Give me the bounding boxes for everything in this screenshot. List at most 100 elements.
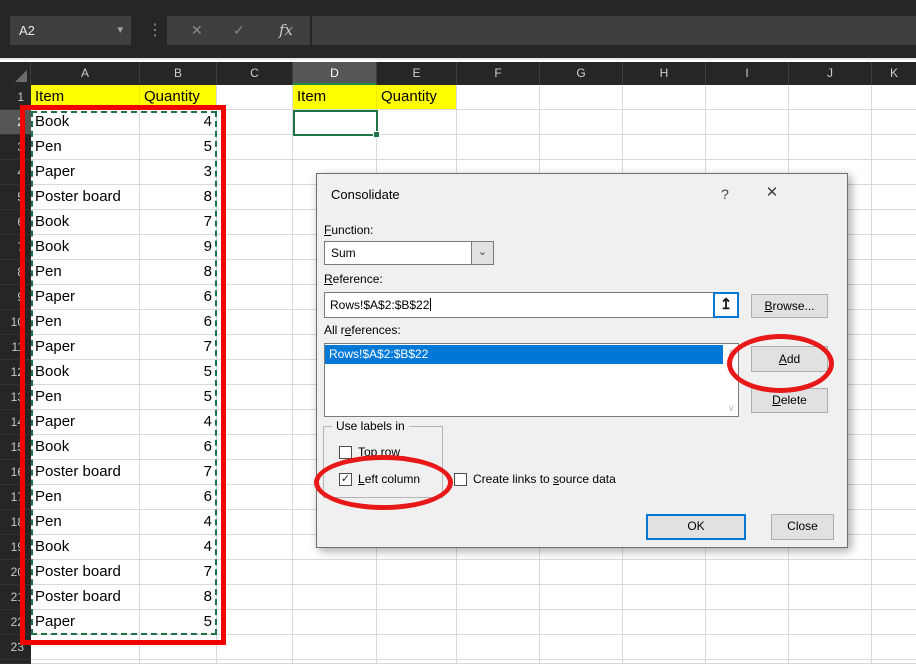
cell[interactable]	[217, 335, 293, 360]
cancel-icon[interactable]: ✕	[191, 16, 203, 45]
cell[interactable]	[706, 585, 789, 610]
row-header[interactable]	[0, 660, 31, 664]
cell[interactable]	[217, 260, 293, 285]
cell[interactable]	[706, 610, 789, 635]
cell-C1[interactable]	[217, 85, 293, 110]
cell[interactable]	[872, 360, 916, 385]
cell[interactable]	[457, 635, 540, 660]
cell[interactable]	[872, 285, 916, 310]
cell[interactable]	[540, 560, 623, 585]
cell[interactable]	[217, 410, 293, 435]
cell[interactable]	[623, 560, 706, 585]
cell[interactable]	[457, 135, 540, 160]
cell[interactable]	[377, 585, 457, 610]
cell[interactable]	[217, 660, 293, 664]
cell[interactable]	[457, 560, 540, 585]
select-all-button[interactable]	[0, 62, 31, 85]
cell[interactable]	[540, 660, 623, 664]
cell[interactable]	[872, 560, 916, 585]
fill-handle[interactable]	[373, 131, 380, 138]
cell[interactable]	[872, 510, 916, 535]
cell[interactable]	[872, 160, 916, 185]
cell[interactable]	[217, 585, 293, 610]
column-header[interactable]: E	[377, 62, 457, 85]
cell[interactable]	[623, 635, 706, 660]
cell[interactable]	[217, 235, 293, 260]
cell[interactable]	[872, 210, 916, 235]
cell[interactable]	[789, 660, 872, 664]
cell[interactable]	[706, 85, 789, 110]
formula-bar[interactable]: ✕ ✓ fx	[167, 16, 916, 45]
cell[interactable]	[457, 610, 540, 635]
help-icon[interactable]: ?	[715, 186, 735, 202]
cell[interactable]	[293, 135, 377, 160]
all-references-listbox[interactable]: Rows!$A$2:$B$22 ∧ ∨	[324, 343, 739, 417]
column-header[interactable]: A	[31, 62, 140, 85]
cell[interactable]	[872, 385, 916, 410]
cell[interactable]	[872, 135, 916, 160]
cell[interactable]	[872, 85, 916, 110]
cell[interactable]	[293, 635, 377, 660]
cell[interactable]	[872, 410, 916, 435]
cell[interactable]	[789, 135, 872, 160]
cell[interactable]	[789, 560, 872, 585]
cell[interactable]	[789, 85, 872, 110]
cell[interactable]	[706, 560, 789, 585]
cell[interactable]	[217, 310, 293, 335]
create-links-checkbox[interactable]: Create links to source data	[454, 472, 616, 486]
cell[interactable]	[457, 660, 540, 664]
cell[interactable]	[217, 535, 293, 560]
insert-function-icon[interactable]: fx	[279, 16, 293, 45]
cell[interactable]	[623, 660, 706, 664]
cell[interactable]	[217, 360, 293, 385]
cell[interactable]	[872, 310, 916, 335]
cell[interactable]	[377, 635, 457, 660]
cell[interactable]	[540, 85, 623, 110]
cell[interactable]	[623, 110, 706, 135]
cell[interactable]	[377, 610, 457, 635]
cell[interactable]	[706, 660, 789, 664]
name-box-dropdown-icon[interactable]: ▾	[117, 16, 123, 45]
cell[interactable]	[293, 660, 377, 664]
cell[interactable]	[540, 135, 623, 160]
cell[interactable]	[217, 210, 293, 235]
cell[interactable]	[872, 585, 916, 610]
cell[interactable]	[623, 135, 706, 160]
cell[interactable]	[377, 660, 457, 664]
column-header[interactable]: I	[706, 62, 789, 85]
column-header[interactable]: B	[140, 62, 217, 85]
cell[interactable]	[293, 610, 377, 635]
column-header[interactable]: D	[293, 62, 377, 85]
cell[interactable]	[217, 185, 293, 210]
cell[interactable]	[457, 585, 540, 610]
cell[interactable]	[217, 435, 293, 460]
cell[interactable]	[872, 110, 916, 135]
cell[interactable]	[706, 635, 789, 660]
cell[interactable]	[217, 485, 293, 510]
column-header[interactable]: C	[217, 62, 293, 85]
cell[interactable]	[377, 135, 457, 160]
cell[interactable]	[217, 610, 293, 635]
cell[interactable]	[706, 135, 789, 160]
cell[interactable]	[872, 535, 916, 560]
cell[interactable]	[217, 460, 293, 485]
cell[interactable]	[217, 560, 293, 585]
cell[interactable]	[540, 610, 623, 635]
cell[interactable]	[293, 585, 377, 610]
cell[interactable]	[377, 560, 457, 585]
cell[interactable]	[217, 385, 293, 410]
cell[interactable]	[140, 660, 217, 664]
cell[interactable]	[540, 635, 623, 660]
cell[interactable]	[217, 135, 293, 160]
cell[interactable]	[217, 635, 293, 660]
collapse-dialog-button[interactable]: ↥	[713, 292, 739, 318]
cell[interactable]	[789, 110, 872, 135]
cell[interactable]	[31, 660, 140, 664]
column-header[interactable]: K	[872, 62, 916, 85]
cell[interactable]	[217, 510, 293, 535]
checkbox-unchecked-icon[interactable]	[454, 473, 467, 486]
cell[interactable]	[872, 185, 916, 210]
chevron-down-icon[interactable]: ⌄	[471, 242, 493, 264]
cell[interactable]	[872, 460, 916, 485]
cell[interactable]	[872, 335, 916, 360]
